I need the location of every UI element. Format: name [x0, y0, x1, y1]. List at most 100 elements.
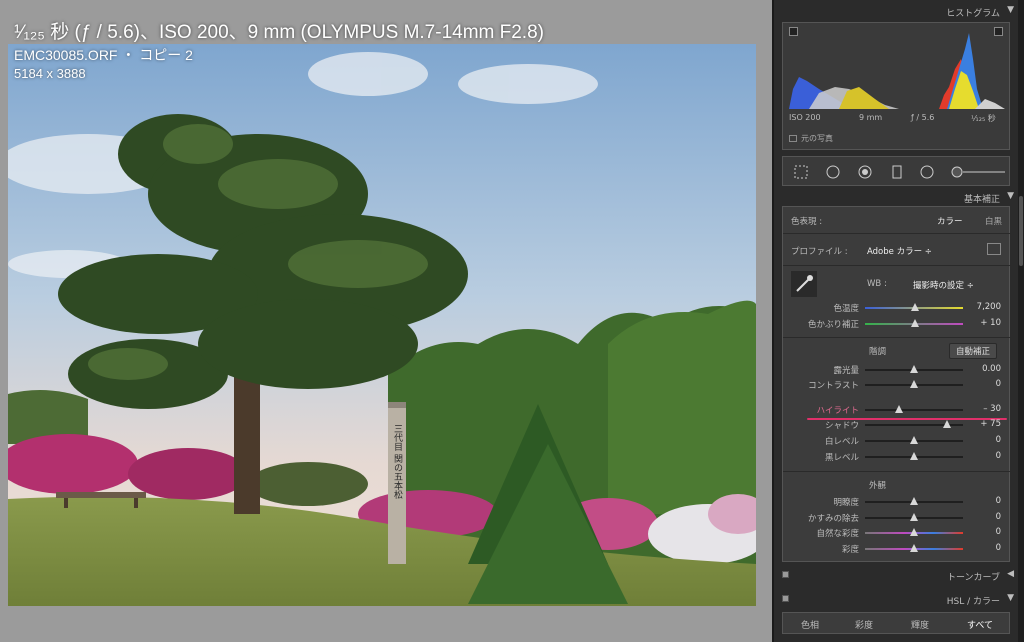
whites-value[interactable]: 0: [996, 435, 1001, 445]
clarity-knob[interactable]: [910, 497, 918, 505]
basic-header[interactable]: 基本補正 ▼: [780, 188, 1016, 206]
auto-button[interactable]: 自動補正: [949, 343, 998, 359]
shadows-label: シャドウ: [824, 421, 859, 431]
post-inscription: 三代目 関の五本松: [392, 424, 403, 500]
panel-scrollbar[interactable]: [1018, 0, 1024, 642]
tone-curve-title: トーンカーブ: [946, 573, 1000, 583]
photo-viewer[interactable]: 三代目 関の五本松 ¹⁄₁₂₅ 秒 (ƒ / 5.6)、ISO 200、9 mm…: [0, 0, 772, 642]
profile-select[interactable]: Adobe カラー ÷: [867, 245, 932, 257]
collapse-triangle-icon[interactable]: ▼: [1007, 191, 1014, 201]
tint-slider-row[interactable]: 色かぶり補正 + 10: [783, 317, 1011, 331]
collapse-triangle-icon[interactable]: ▼: [1007, 5, 1014, 15]
expand-triangle-icon[interactable]: ◀: [1007, 569, 1014, 579]
whites-slider-row[interactable]: 白レベル 0: [783, 434, 1011, 448]
blacks-track[interactable]: [865, 452, 963, 460]
panel-toggle-icon[interactable]: [782, 571, 789, 578]
divider: [783, 471, 1011, 472]
shadows-knob[interactable]: [943, 420, 952, 428]
blacks-slider-row[interactable]: 黒レベル 0: [783, 450, 1011, 464]
exif-info: ¹⁄₁₂₅ 秒 (ƒ / 5.6)、ISO 200、9 mm (OLYMPUS …: [14, 22, 544, 43]
shadows-slider-row[interactable]: シャドウ + 75: [783, 418, 1011, 432]
checkbox-icon[interactable]: [789, 135, 797, 142]
tab-hue[interactable]: 色相: [801, 618, 819, 631]
crop-icon[interactable]: [793, 164, 809, 180]
red-eye-icon[interactable]: [857, 164, 873, 180]
photo-canvas[interactable]: 三代目 関の五本松: [8, 44, 756, 606]
temp-slider-row[interactable]: 色温度 7,200: [783, 301, 1011, 315]
exposure-slider-row[interactable]: 露光量 0.00: [783, 363, 1011, 377]
tint-value[interactable]: + 10: [980, 318, 1001, 328]
saturation-knob[interactable]: [910, 544, 918, 552]
shadows-track[interactable]: [865, 420, 963, 428]
divider: [783, 337, 1011, 338]
contrast-value[interactable]: 0: [996, 379, 1001, 389]
hsl-title: HSL / カラー: [946, 597, 1000, 607]
presence-label: 外観: [869, 481, 887, 491]
eyedropper-icon[interactable]: [791, 271, 817, 297]
histogram-header[interactable]: ヒストグラム ▼: [780, 2, 1016, 20]
original-photo-toggle[interactable]: 元の写真: [789, 133, 833, 144]
contrast-knob[interactable]: [910, 380, 918, 388]
clarity-track[interactable]: [865, 497, 963, 505]
collapse-triangle-icon[interactable]: ▼: [1007, 593, 1014, 603]
saturation-value[interactable]: 0: [996, 543, 1001, 553]
profile-browser-icon[interactable]: [987, 243, 1001, 255]
highlight-clip-icon[interactable]: [994, 27, 1003, 36]
clarity-value[interactable]: 0: [996, 496, 1001, 506]
temp-knob[interactable]: [910, 303, 919, 311]
whites-track[interactable]: [865, 436, 963, 444]
temp-value[interactable]: 7,200: [977, 302, 1001, 312]
file-name: EMC30085.ORF ・ コピー 2: [14, 47, 193, 63]
blacks-knob[interactable]: [910, 452, 918, 460]
tab-luminance[interactable]: 輝度: [911, 618, 929, 631]
exposure-value[interactable]: 0.00: [982, 364, 1001, 374]
info-overlay: ¹⁄₁₂₅ 秒 (ƒ / 5.6)、ISO 200、9 mm (OLYMPUS …: [14, 20, 544, 82]
tint-knob[interactable]: [910, 319, 919, 327]
adjustment-brush-icon[interactable]: [951, 164, 1007, 180]
whites-knob[interactable]: [910, 436, 918, 444]
shadow-clip-icon[interactable]: [789, 27, 798, 36]
dehaze-knob[interactable]: [910, 513, 918, 521]
shadows-value[interactable]: + 75: [980, 419, 1001, 429]
scrollbar-thumb[interactable]: [1019, 196, 1023, 266]
tone-curve-header[interactable]: トーンカーブ ◀: [780, 566, 1016, 584]
tint-track[interactable]: [865, 319, 963, 327]
temp-track[interactable]: [865, 303, 963, 311]
treatment-bw[interactable]: 白黒: [985, 215, 1002, 227]
saturation-slider-row[interactable]: 彩度 0: [783, 542, 1011, 556]
vibrance-track[interactable]: [865, 528, 963, 536]
spot-removal-icon[interactable]: [825, 164, 841, 180]
highlights-knob[interactable]: [895, 405, 904, 413]
dehaze-value[interactable]: 0: [996, 512, 1001, 522]
wb-select[interactable]: 撮影時の設定 ÷: [913, 279, 974, 291]
hist-focal: 9 mm: [859, 113, 883, 122]
tint-label: 色かぶり補正: [807, 320, 859, 330]
exposure-knob[interactable]: [910, 365, 918, 373]
highlights-value[interactable]: – 30: [983, 404, 1001, 414]
highlights-slider-row[interactable]: ハイライト – 30: [783, 403, 1011, 417]
lightroom-develop: 三代目 関の五本松 ¹⁄₁₂₅ 秒 (ƒ / 5.6)、ISO 200、9 mm…: [0, 0, 1024, 642]
contrast-track[interactable]: [865, 380, 963, 388]
vibrance-knob[interactable]: [910, 528, 918, 536]
tone-label: 階調: [869, 347, 887, 357]
image-dimensions: 5184 x 3888: [14, 66, 86, 81]
basic-panel: 色表現 : カラー 白黒 プロファイル : Adobe カラー ÷ WB : 撮…: [782, 206, 1011, 562]
exposure-track[interactable]: [865, 365, 963, 373]
saturation-track[interactable]: [865, 544, 963, 552]
clarity-slider-row[interactable]: 明瞭度 0: [783, 495, 1011, 509]
blacks-value[interactable]: 0: [996, 451, 1001, 461]
vibrance-value[interactable]: 0: [996, 527, 1001, 537]
dehaze-track[interactable]: [865, 513, 963, 521]
dehaze-slider-row[interactable]: かすみの除去 0: [783, 511, 1011, 525]
graduated-filter-icon[interactable]: [889, 164, 905, 180]
highlights-track[interactable]: [865, 405, 963, 413]
treatment-color[interactable]: カラー: [937, 215, 963, 227]
hsl-header[interactable]: HSL / カラー ▼: [780, 590, 1016, 608]
vibrance-slider-row[interactable]: 自然な彩度 0: [783, 526, 1011, 540]
tab-saturation[interactable]: 彩度: [855, 618, 873, 631]
tab-all[interactable]: すべて: [967, 618, 993, 631]
histogram-graph[interactable]: [789, 29, 1005, 109]
contrast-slider-row[interactable]: コントラスト 0: [783, 378, 1011, 392]
radial-filter-icon[interactable]: [919, 164, 935, 180]
panel-toggle-icon[interactable]: [782, 595, 789, 602]
